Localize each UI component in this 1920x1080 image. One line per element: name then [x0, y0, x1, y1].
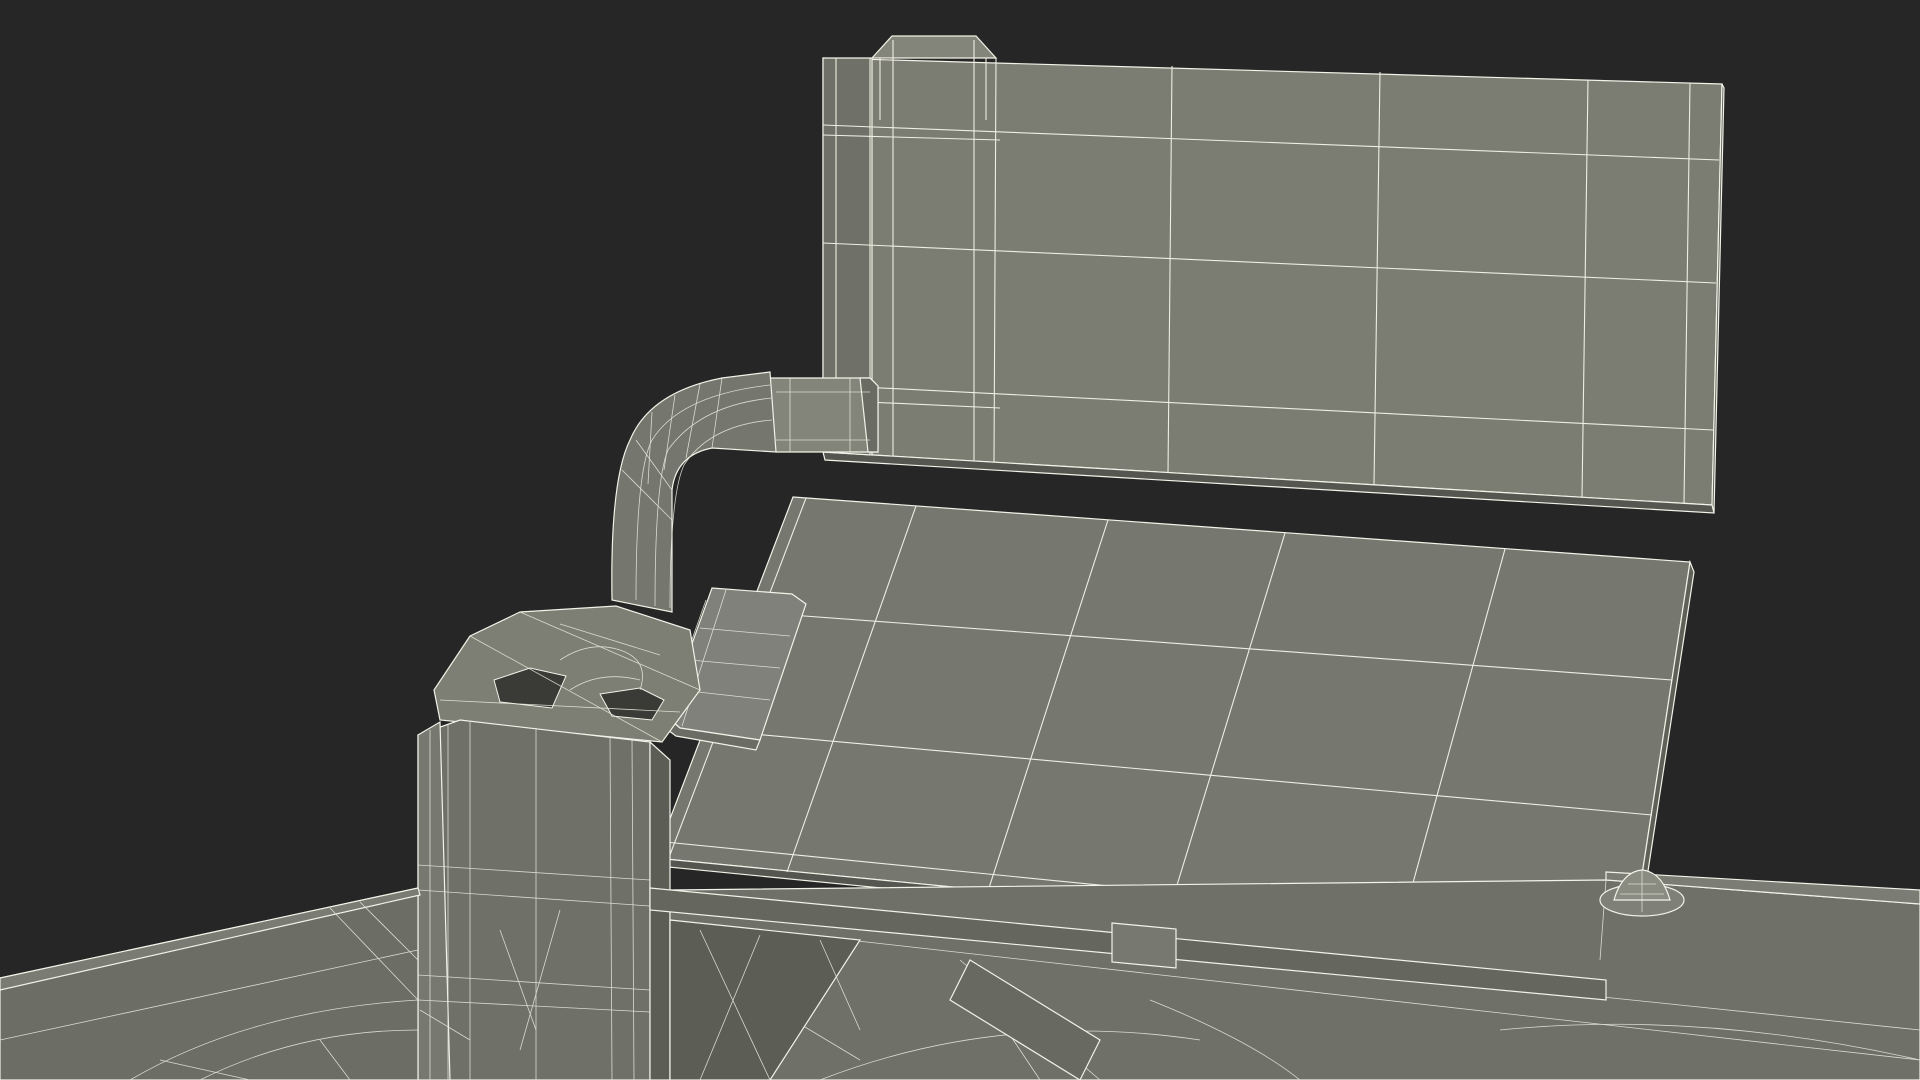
base-post — [417, 605, 701, 1080]
wireframe-render — [0, 35, 1920, 1080]
back-panel — [822, 35, 1725, 514]
platform — [0, 869, 1920, 1080]
